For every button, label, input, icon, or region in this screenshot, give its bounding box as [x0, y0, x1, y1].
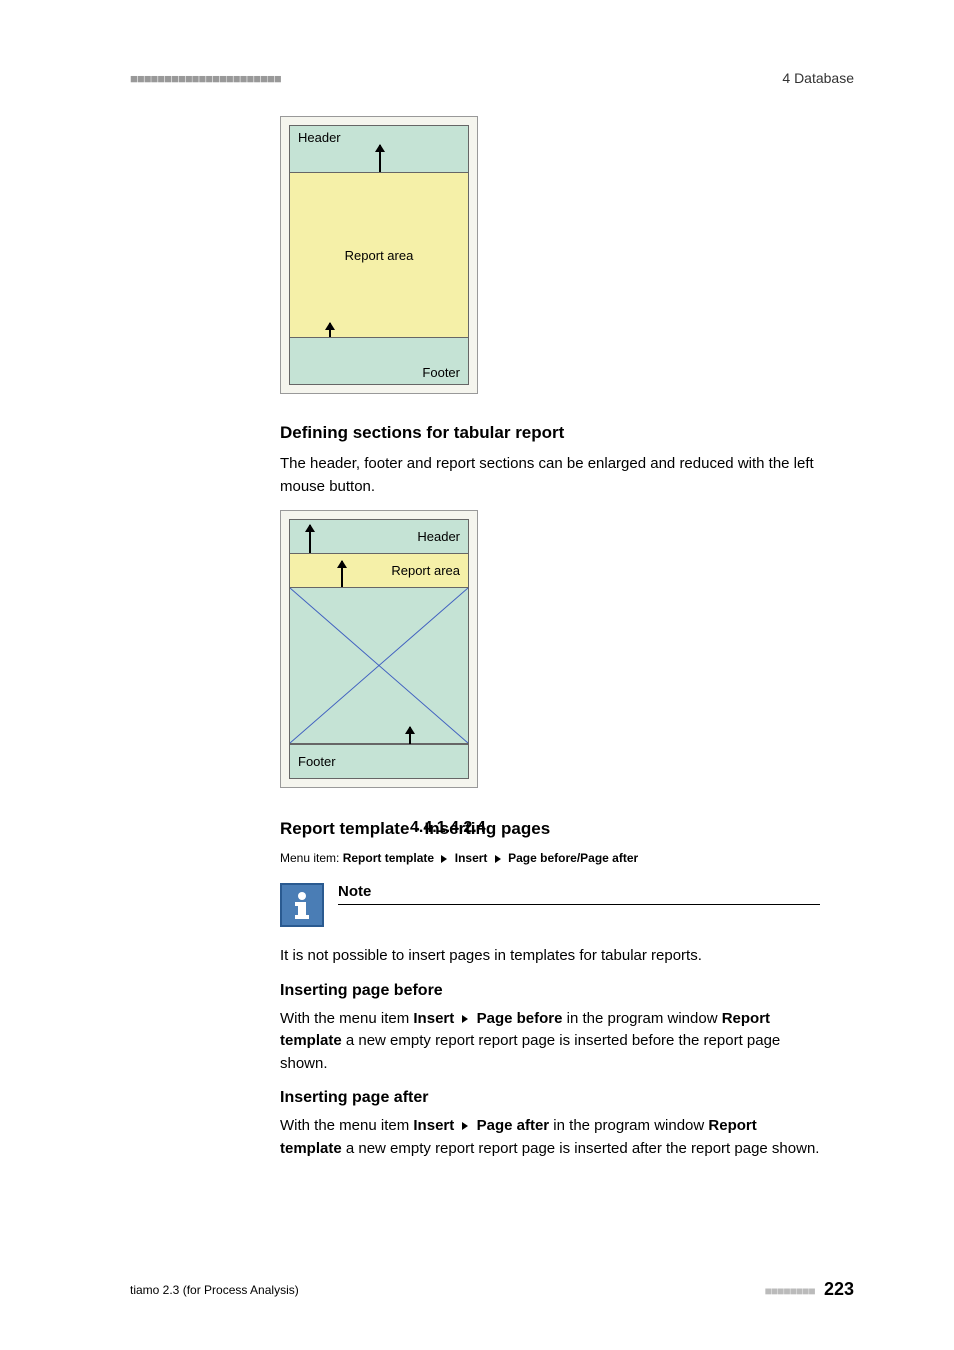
menu-path-part2: Insert — [455, 851, 488, 865]
diagram-layout-1: Header Report area Footer — [280, 116, 478, 394]
menu-path-prefix: Menu item: — [280, 851, 343, 865]
menu-path-part1: Report template — [343, 851, 434, 865]
menu-path: Menu item: Report template Insert Page b… — [280, 851, 820, 865]
diagram-layout-2: Header Report area Footer — [280, 510, 478, 788]
defining-sections-heading: Defining sections for tabular report — [280, 423, 820, 443]
d1-body-label: Report area — [345, 248, 414, 263]
d1-header-label: Header — [298, 130, 341, 145]
page-number: 223 — [824, 1279, 854, 1299]
menu-path-part3: Page before/Page after — [508, 851, 638, 865]
chapter-label: 4 Database — [782, 70, 854, 86]
d2-footer-label: Footer — [298, 754, 336, 769]
info-icon — [280, 883, 324, 927]
inserting-after-para: With the menu item Insert Page after in … — [280, 1115, 820, 1160]
note-box: Note — [280, 883, 820, 927]
inserting-before-para: With the menu item Insert Page before in… — [280, 1008, 820, 1076]
note-text: It is not possible to insert pages in te… — [280, 945, 820, 968]
footer-dashes: ■■■■■■■■ — [765, 1284, 815, 1298]
triangle-separator-icon — [462, 1015, 468, 1023]
cross-lines-icon — [290, 588, 468, 743]
note-title: Note — [338, 883, 820, 905]
inserting-before-heading: Inserting page before — [280, 982, 820, 1000]
d2-report-label: Report area — [391, 563, 460, 578]
triangle-separator-icon — [495, 855, 501, 863]
header-dashes-left: ■■■■■■■■■■■■■■■■■■■■■■ — [130, 71, 281, 86]
inserting-after-heading: Inserting page after — [280, 1089, 820, 1107]
d1-footer-label: Footer — [422, 365, 460, 380]
section-number: 4.4.1.4.2.4 — [410, 819, 486, 837]
section-title: Report template - Inserting pages — [280, 819, 820, 839]
d2-header-label: Header — [417, 529, 460, 544]
triangle-separator-icon — [441, 855, 447, 863]
triangle-separator-icon — [462, 1122, 468, 1130]
footer-product: tiamo 2.3 (for Process Analysis) — [130, 1283, 299, 1297]
defining-sections-para: The header, footer and report sections c… — [280, 453, 820, 498]
